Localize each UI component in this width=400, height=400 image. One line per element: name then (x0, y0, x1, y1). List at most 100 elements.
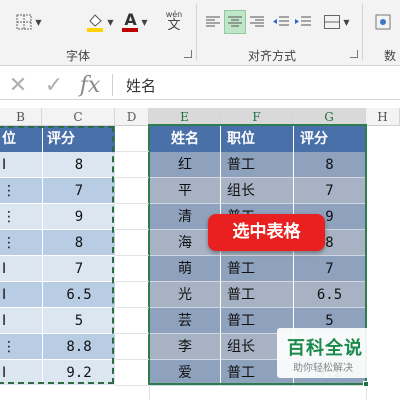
gridline (115, 333, 149, 334)
watermark-logo: 百科全说 助你轻松解决 (277, 328, 373, 378)
table-cell[interactable]: 芸 (150, 308, 220, 334)
watermark-subtitle: 助你轻松解决 (293, 363, 353, 374)
table-cell[interactable]: 6.5 (294, 282, 365, 308)
insert-function-button[interactable]: fx (78, 72, 102, 98)
table-cell[interactable]: Ⅰ (0, 360, 42, 386)
chevron-down-icon: ▼ (343, 17, 350, 27)
font-color-button[interactable]: A ▼ (118, 10, 152, 34)
table-cell[interactable]: 7 (294, 256, 365, 282)
decrease-indent-button[interactable] (270, 10, 292, 34)
column-header-e[interactable]: E (149, 108, 221, 126)
table-cell[interactable]: 普工 (221, 256, 293, 282)
table-cell[interactable]: 8 (294, 152, 365, 178)
phonetic-char: 文 (167, 17, 181, 33)
gridline (115, 359, 149, 360)
table-cell[interactable]: 平 (150, 178, 220, 204)
left-header-cell[interactable]: 位 (0, 126, 42, 152)
column-header-h[interactable]: H (366, 108, 400, 126)
column-header-f[interactable]: F (221, 108, 293, 126)
gridline (115, 307, 149, 308)
table-cell[interactable]: 8 (42, 152, 115, 178)
table-cell[interactable]: ⋮ (0, 230, 42, 256)
fill-color-button[interactable]: ▼ (82, 10, 118, 34)
ribbon-divider (196, 4, 197, 60)
table-cell[interactable]: Ⅰ (0, 152, 42, 178)
chevron-down-icon: ▼ (141, 17, 148, 27)
ribbon: ▼ ▼ A ▼ wén 文 字体 ▼ 对齐方式 数 (0, 0, 400, 66)
table-cell[interactable]: ⋮ (0, 204, 42, 230)
table-cell[interactable]: 萌 (150, 256, 220, 282)
left-header-cell[interactable]: 评分 (42, 126, 115, 152)
ribbon-divider (362, 4, 363, 60)
table-cell[interactable]: 爱 (150, 360, 220, 386)
align-left-icon (206, 16, 220, 27)
table-cell[interactable]: 7 (42, 178, 115, 204)
number-format-icon (375, 14, 391, 30)
chevron-down-icon: ▼ (107, 17, 114, 27)
right-header-cell[interactable]: 评分 (294, 126, 365, 152)
table-cell[interactable]: 李 (150, 334, 220, 360)
table-cell[interactable]: 光 (150, 282, 220, 308)
table-cell[interactable]: ⋮ (0, 334, 42, 360)
formula-bar: ✕ ✓ fx 姓名 (0, 70, 400, 100)
merge-center-button[interactable]: ▼ (322, 10, 352, 34)
column-header-c[interactable]: C (42, 108, 115, 126)
gridline (115, 255, 149, 256)
align-center-button[interactable] (224, 10, 246, 34)
align-group-label: 对齐方式 (248, 49, 297, 63)
font-group-label: 字体 (66, 49, 91, 63)
column-header-d[interactable]: D (115, 108, 149, 126)
border-icon (16, 14, 32, 30)
check-icon: ✓ (44, 72, 64, 98)
table-cell[interactable]: 8 (42, 230, 115, 256)
chevron-down-icon: ▼ (35, 17, 42, 27)
phonetic-button[interactable]: wén 文 (158, 6, 190, 36)
border-button[interactable]: ▼ (12, 10, 46, 34)
enter-button[interactable]: ✓ (42, 72, 66, 98)
table-cell[interactable]: 普工 (221, 282, 293, 308)
table-cell[interactable]: 组长 (221, 178, 293, 204)
table-cell[interactable]: Ⅰ (0, 308, 42, 334)
close-icon: ✕ (8, 72, 28, 98)
gridline (115, 203, 149, 204)
select-table-callout: 选中表格 (208, 214, 325, 251)
formula-divider (112, 74, 113, 96)
function-icon: fx (79, 72, 101, 98)
table-cell[interactable]: 8.8 (42, 334, 115, 360)
table-cell[interactable]: 7 (294, 178, 365, 204)
table-cell[interactable]: 普工 (221, 152, 293, 178)
align-dialog-launcher[interactable] (350, 50, 358, 58)
number-group-label: 数 (384, 49, 397, 63)
column-header-b[interactable]: B (0, 108, 42, 126)
align-left-button[interactable] (202, 10, 224, 34)
table-cell[interactable]: 9 (42, 204, 115, 230)
table-cell[interactable]: 5 (42, 308, 115, 334)
gridline (115, 151, 149, 152)
gridline (115, 281, 149, 282)
watermark-title: 百科全说 (287, 338, 363, 359)
number-format-button[interactable] (370, 10, 396, 34)
table-cell[interactable]: Ⅰ (0, 282, 42, 308)
table-cell[interactable]: Ⅰ (0, 256, 42, 282)
font-color-icon: A (122, 10, 139, 32)
table-cell[interactable]: 9.2 (42, 360, 115, 386)
decrease-indent-icon (273, 16, 289, 26)
merge-cells-icon (324, 15, 341, 29)
fill-handle[interactable] (363, 381, 369, 387)
table-cell[interactable]: 6.5 (42, 282, 115, 308)
table-cell[interactable]: ⋮ (0, 178, 42, 204)
table-cell[interactable]: 7 (42, 256, 115, 282)
gridline (115, 385, 149, 386)
gridline (115, 177, 149, 178)
column-header-g[interactable]: G (293, 108, 366, 126)
increase-indent-button[interactable] (292, 10, 314, 34)
cancel-button[interactable]: ✕ (6, 72, 30, 98)
align-right-button[interactable] (246, 10, 268, 34)
font-dialog-launcher[interactable] (184, 50, 192, 58)
align-right-icon (250, 16, 264, 27)
right-header-cell[interactable]: 职位 (221, 126, 293, 152)
table-cell[interactable]: 红 (150, 152, 220, 178)
align-center-icon (228, 16, 242, 27)
formula-input[interactable]: 姓名 (126, 75, 156, 96)
right-header-cell[interactable]: 姓名 (150, 126, 220, 152)
